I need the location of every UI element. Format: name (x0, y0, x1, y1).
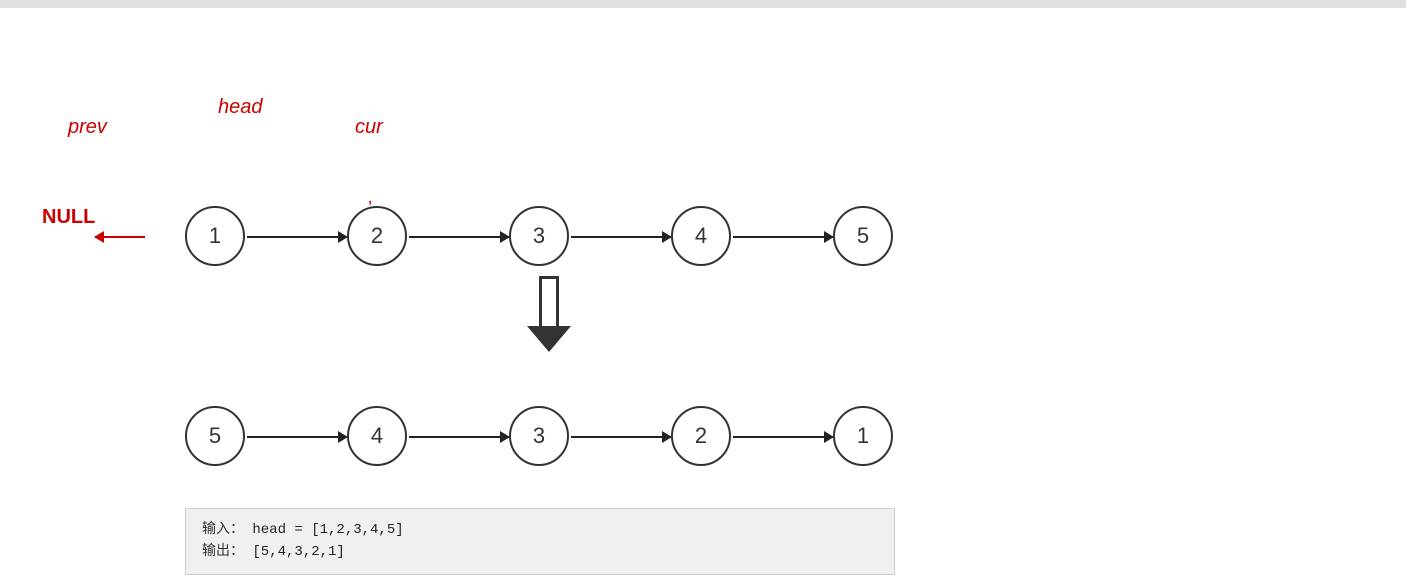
input-value: head = [1,2,3,4,5] (252, 522, 403, 538)
code-block: 输入： head = [1,2,3,4,5] 输出： [5,4,3,2,1] (185, 508, 895, 575)
bottom-node-3: 3 (509, 406, 569, 466)
null-arrow (95, 236, 145, 238)
top-arrow-2-3 (409, 236, 509, 238)
top-node-4: 4 (671, 206, 731, 266)
cur-label: cur (355, 116, 383, 139)
null-label: NULL (42, 206, 95, 229)
top-node-5: 5 (833, 206, 893, 266)
bottom-arrow-4-5 (733, 436, 833, 438)
prev-label: prev (68, 116, 107, 139)
top-node-2: 2 (347, 206, 407, 266)
code-output-line: 输出： [5,4,3,2,1] (202, 541, 878, 563)
top-arrow-1-2 (247, 236, 347, 238)
output-value: [5,4,3,2,1] (252, 544, 344, 560)
bottom-arrow-3-4 (571, 436, 671, 438)
bottom-arrow-2-3 (409, 436, 509, 438)
input-label: 输入： (202, 522, 244, 538)
tick-mark: ’ (368, 198, 372, 219)
bottom-node-4: 2 (671, 406, 731, 466)
bottom-node-1: 5 (185, 406, 245, 466)
top-node-1: 1 (185, 206, 245, 266)
top-arrow-4-5 (733, 236, 833, 238)
code-input-line: 输入： head = [1,2,3,4,5] (202, 519, 878, 541)
output-label: 输出： (202, 544, 244, 560)
top-node-3: 3 (509, 206, 569, 266)
bottom-node-5: 1 (833, 406, 893, 466)
bottom-arrow-1-2 (247, 436, 347, 438)
main-container: head prev cur NULL 1 2 ’ 3 4 5 5 (0, 8, 1406, 584)
head-label: head (218, 96, 263, 119)
top-arrow-3-4 (571, 236, 671, 238)
top-bar (0, 0, 1406, 8)
bottom-node-2: 4 (347, 406, 407, 466)
down-arrow (527, 276, 571, 352)
